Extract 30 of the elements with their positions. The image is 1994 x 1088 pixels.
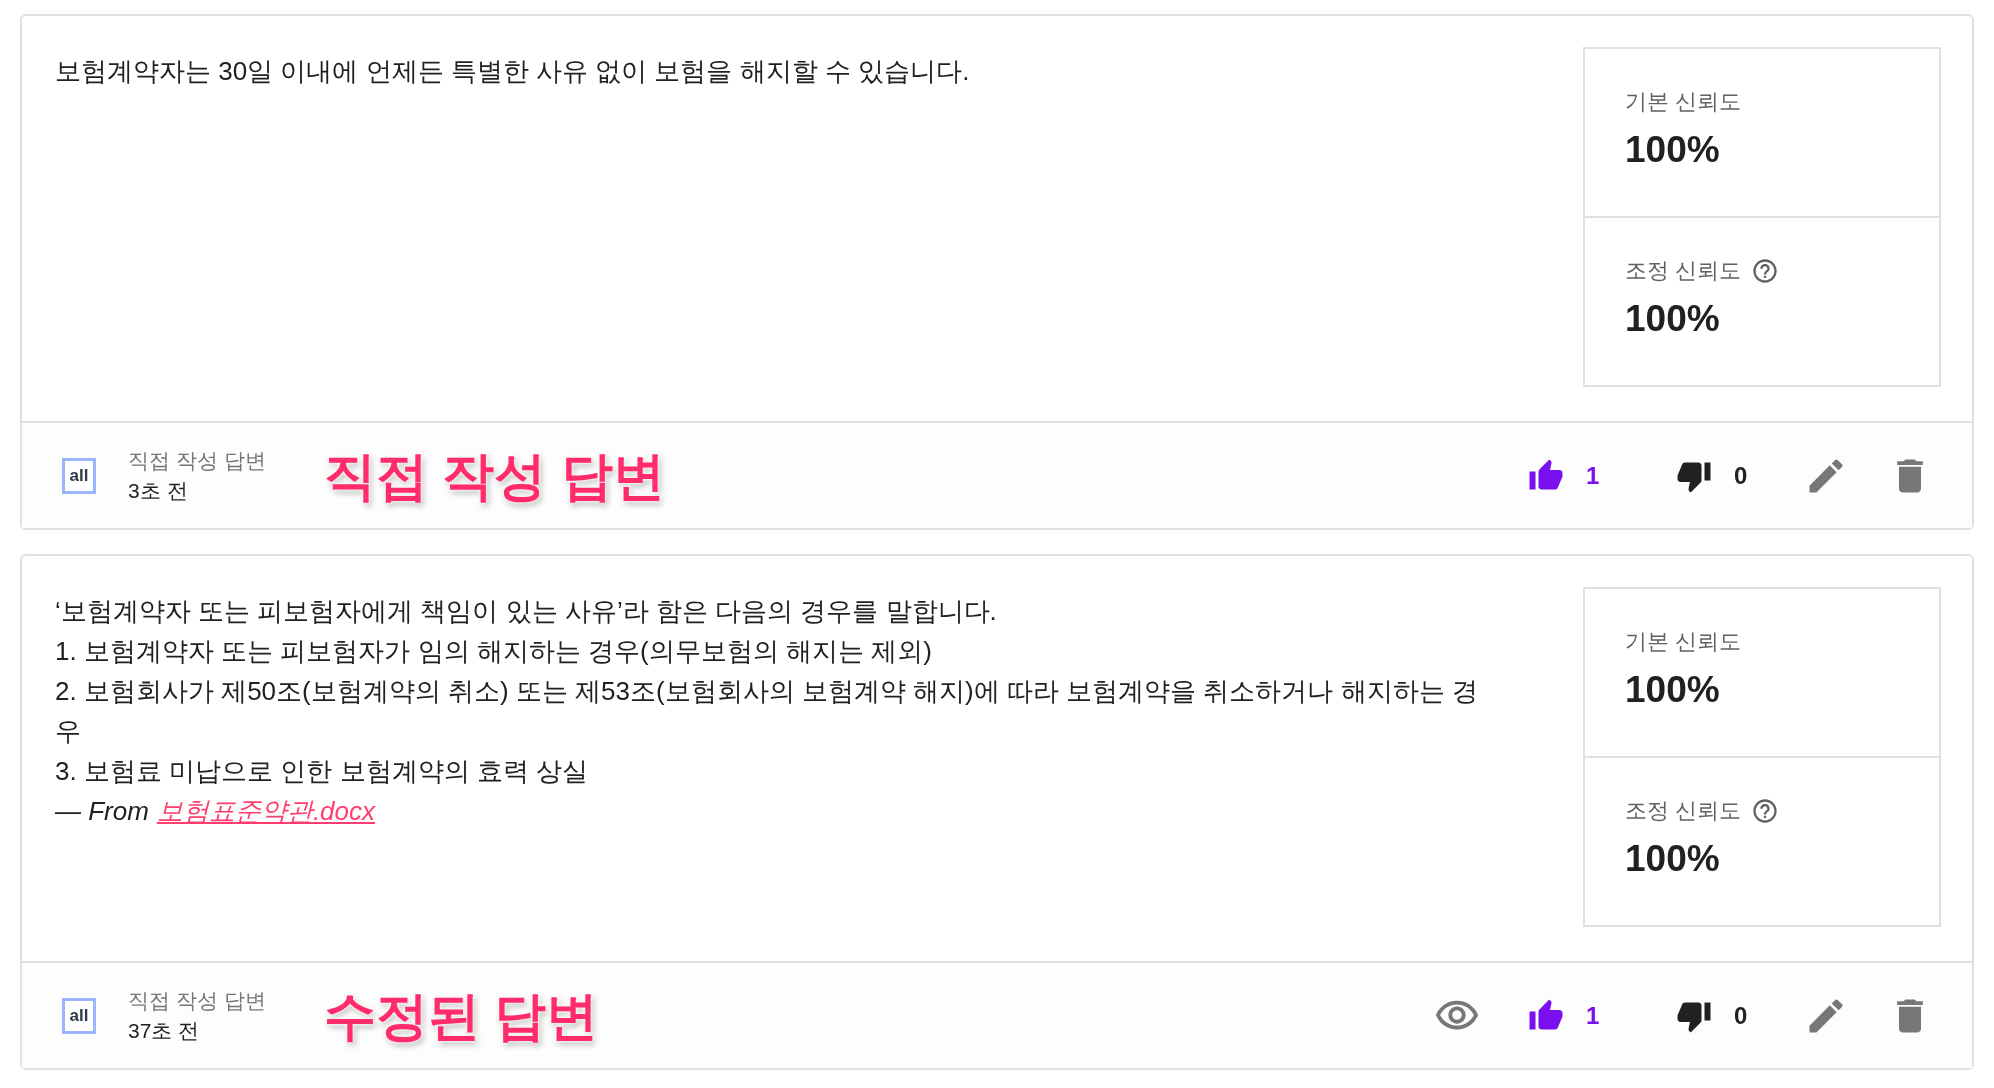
source-label: — From [55,795,149,828]
metric-value: 100% [1625,668,1721,712]
timestamp: 37초 전 [128,1017,201,1044]
author-label: 직접 작성 답변 [128,447,266,474]
like-count: 1 [1586,1000,1601,1031]
annotation-label: 수정된 답변 [323,985,599,1047]
answer-text-line: 보험계약자는 30일 이내에 언제든 특별한 사유 없이 보험을 해지할 수 있습니다. [55,55,971,88]
answer-text-line: 3. 보험료 미납으로 인한 보험계약의 효력 상실 [55,755,590,788]
answer-text-line: 1. 보험계약자 또는 피보험자가 임의 해지하는 경우(의무보험의 해지는 제외) [55,635,933,668]
dislike-count: 0 [1734,460,1749,491]
metric-label: 조정 신뢰도 [1625,797,1742,825]
answer-text-line: 2. 보험회사가 제50조(보험계약의 취소) 또는 제53조(보험회사의 보험계약 해지)에 따라 보험계약을 취소하거나 해지하는 경 [55,675,1479,708]
logo: all [62,997,96,1034]
metric-value: 100% [1625,128,1721,172]
logo: all [62,457,96,494]
help-icon[interactable] [1751,796,1780,825]
answer-text-line: ‘보험계약자 또는 피보험자에게 책임이 있는 사유’라 함은 다음의 경우를 말합니다. [55,595,998,628]
dislike-count: 0 [1734,1000,1749,1031]
metric-label: 기본 신뢰도 [1625,88,1742,116]
like-count: 1 [1586,460,1601,491]
metric-label: 조정 신뢰도 [1625,257,1742,285]
annotation-label: 직접 작성 답변 [323,445,665,507]
help-icon[interactable] [1751,256,1780,285]
author-label: 직접 작성 답변 [128,987,266,1014]
metric-value: 100% [1625,837,1721,881]
metric-value: 100% [1625,297,1721,341]
source-link[interactable]: 보험표준약관.docx [156,791,376,831]
answer-text-line: 우 [55,715,82,748]
timestamp: 3초 전 [128,477,189,504]
metric-label: 기본 신뢰도 [1625,628,1742,656]
